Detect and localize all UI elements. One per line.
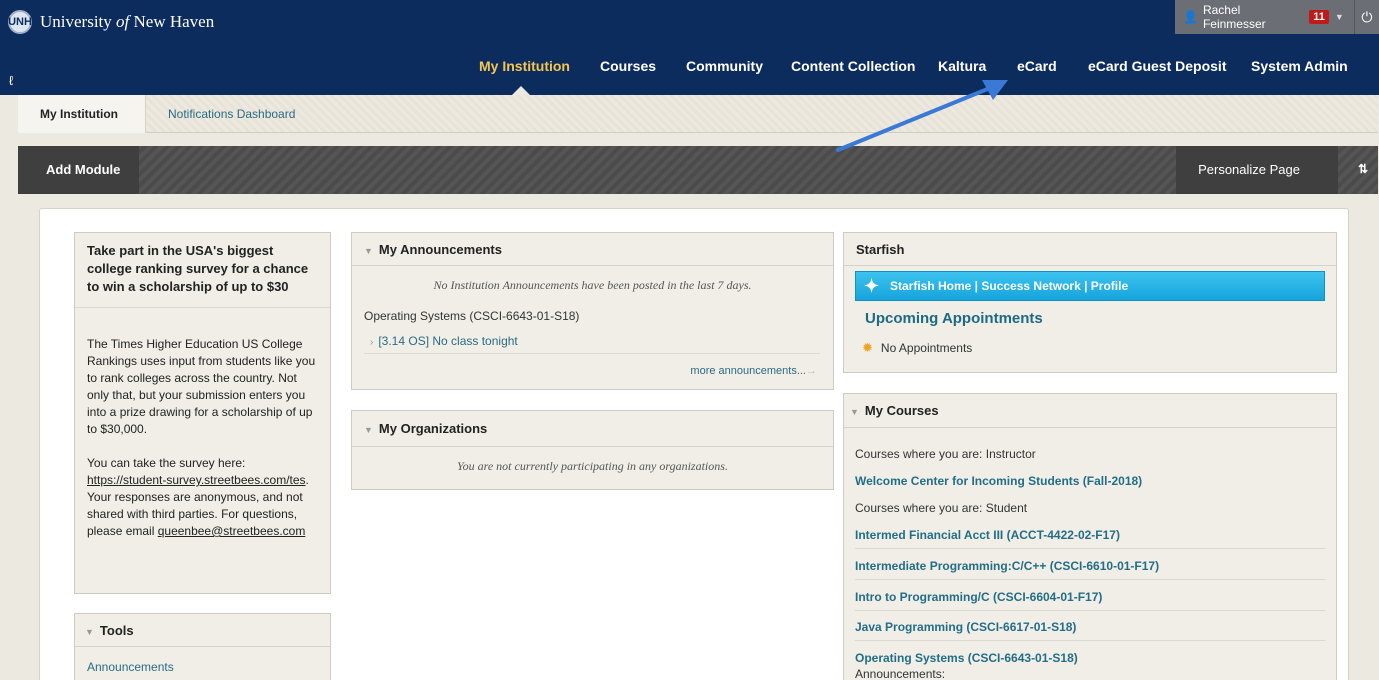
nav-system-admin[interactable]: System Admin — [1251, 58, 1348, 74]
starfish-bar[interactable]: ✦ Starfish Home | Success Network | Prof… — [855, 271, 1325, 301]
no-appointments: ✹ No Appointments — [862, 340, 973, 355]
tab-notifications-dashboard[interactable]: Notifications Dashboard — [168, 95, 295, 133]
course-link[interactable]: Java Programming (CSCI-6617-01-S18) — [855, 620, 1076, 634]
divider — [855, 579, 1325, 580]
collapse-triangle-icon[interactable]: ▼ — [850, 407, 859, 417]
starfish-icon: ✦ — [864, 276, 880, 296]
announcement-link[interactable]: [3.14 OS] No class tonight — [378, 334, 517, 348]
announcements-module: ▼ My Announcements No Institution Announc… — [351, 232, 834, 390]
add-module-button[interactable]: Add Module — [18, 146, 139, 194]
organizations-header[interactable]: ▼ My Organizations — [352, 411, 833, 447]
collapse-triangle-icon[interactable]: ▼ — [364, 246, 373, 256]
no-announcements-text: No Institution Announcements have been p… — [433, 278, 752, 292]
nav-my-institution[interactable]: My Institution — [479, 58, 570, 74]
nav-community[interactable]: Community — [686, 58, 763, 74]
nav-courses[interactable]: Courses — [600, 58, 656, 74]
notification-badge[interactable]: 11 — [1309, 10, 1329, 24]
user-name[interactable]: Rachel Feinmesser — [1203, 3, 1303, 31]
instructor-label: Courses where you are: Instructor — [855, 447, 1036, 461]
main-nav: My Institution Courses Community Content… — [0, 58, 1379, 82]
announcement-item[interactable]: › [3.14 OS] No class tonight — [352, 323, 833, 350]
tools-header[interactable]: ▼ Tools — [75, 614, 330, 647]
sun-icon: ✹ — [862, 340, 873, 355]
university-seal-icon: UNH — [8, 10, 32, 34]
course-link[interactable]: Intermed Financial Acct III (ACCT-4422-0… — [855, 528, 1120, 542]
university-logo[interactable]: UNH University of New Haven — [8, 10, 214, 34]
user-menu[interactable]: 👤 Rachel Feinmesser 11 ▼ ⏻ — [1175, 0, 1379, 34]
divider — [855, 640, 1325, 641]
arrow-right-icon: → — [806, 365, 817, 377]
my-courses-module: ▼ My Courses Courses where you are: Instr… — [843, 393, 1337, 680]
course-link[interactable]: Intermediate Programming:C/C++ (CSCI-661… — [855, 559, 1159, 573]
announcement-course: Operating Systems (CSCI-6643-01-S18) — [364, 309, 580, 323]
promo-module: Take part in the USA's biggest college r… — [74, 232, 331, 594]
user-icon: 👤 — [1183, 10, 1198, 24]
collapse-triangle-icon[interactable]: ▼ — [85, 627, 94, 637]
divider — [855, 610, 1325, 611]
starfish-links[interactable]: Starfish Home | Success Network | Profil… — [890, 279, 1128, 293]
reorder-icon[interactable]: ⇅ — [1358, 162, 1368, 176]
university-name: University of New Haven — [40, 12, 215, 31]
personalize-page-button[interactable]: Personalize Page — [1176, 146, 1338, 194]
promo-paragraph-2: You can take the survey here: https://st… — [87, 456, 309, 538]
logout-power-icon[interactable]: ⏻ — [1353, 0, 1379, 34]
courses-header[interactable]: ▼ My Courses — [844, 394, 1336, 428]
tools-module: ▼ Tools Announcements — [74, 613, 331, 680]
student-label: Courses where you are: Student — [855, 501, 1028, 515]
organizations-module: ▼ My Organizations You are not currently … — [351, 410, 834, 490]
course-link[interactable]: Intro to Programming/C (CSCI-6604-01-F17… — [855, 590, 1102, 604]
course-link[interactable]: Welcome Center for Incoming Students (Fa… — [855, 474, 1142, 488]
course-link[interactable]: Operating Systems (CSCI-6643-01-S18) — [855, 651, 1078, 665]
nav-content-collection[interactable]: Content Collection — [791, 58, 915, 74]
starfish-header: Starfish — [844, 233, 1336, 266]
upcoming-appointments-title[interactable]: Upcoming Appointments — [865, 310, 1043, 327]
survey-link[interactable]: https://student-survey.streetbees.com/te… — [87, 473, 306, 487]
top-header: UNH University of New Haven ℓ 👤 Rachel F… — [0, 0, 1379, 95]
divider — [855, 548, 1325, 549]
module-toolbar: Add Module Personalize Page ⇅ — [18, 146, 1378, 194]
nav-ecard-guest-deposit[interactable]: eCard Guest Deposit — [1088, 58, 1226, 74]
more-announcements-link[interactable]: more announcements...→ — [690, 361, 817, 379]
announcements-sub-label: Announcements: — [855, 667, 946, 680]
starfish-module: Starfish ✦ Starfish Home | Success Netwo… — [843, 232, 1337, 373]
content-area: Take part in the USA's biggest college r… — [39, 208, 1349, 680]
promo-title: Take part in the USA's biggest college r… — [87, 243, 309, 294]
active-nav-caret — [512, 86, 530, 95]
no-organizations-text: You are not currently participating in a… — [457, 459, 728, 473]
divider — [75, 307, 330, 308]
announcements-header[interactable]: ▼ My Announcements — [352, 233, 833, 266]
nav-kaltura[interactable]: Kaltura — [938, 58, 986, 74]
chevron-down-icon[interactable]: ▼ — [1335, 12, 1344, 22]
sub-nav: My Institution Notifications Dashboard — [18, 95, 1378, 133]
nav-ecard[interactable]: eCard — [1017, 58, 1057, 74]
chevron-right-icon: › — [370, 337, 374, 348]
collapse-triangle-icon[interactable]: ▼ — [364, 425, 373, 435]
tools-announcements-link[interactable]: Announcements — [75, 647, 330, 674]
promo-paragraph-1: The Times Higher Education US College Ra… — [87, 337, 316, 436]
tab-my-institution[interactable]: My Institution — [18, 95, 146, 133]
divider — [364, 353, 820, 354]
email-link[interactable]: queenbee@streetbees.com — [158, 524, 306, 538]
